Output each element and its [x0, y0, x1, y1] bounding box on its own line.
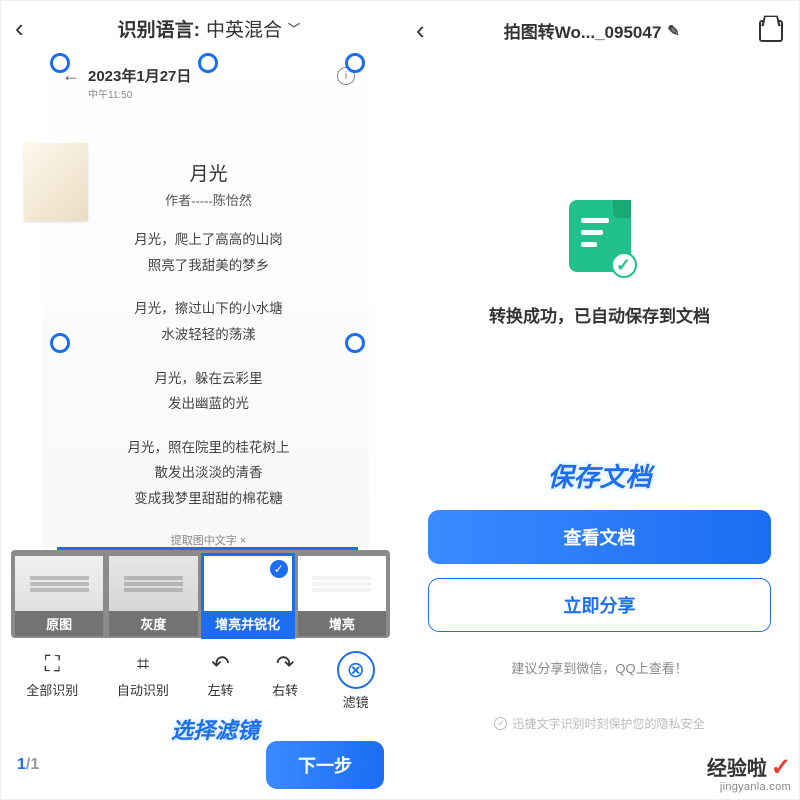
poem-line: 散发出淡淡的清香 [62, 460, 355, 486]
doc-time: 中午11:50 [88, 86, 355, 101]
crop-handle[interactable] [345, 53, 365, 73]
privacy-text: 迅捷文字识别时刻保护您的隐私安全 [512, 715, 704, 732]
poem-line: 照亮了我甜美的梦乡 [62, 253, 355, 279]
poem-line: 水波轻轻的荡漾 [62, 322, 355, 348]
view-document-button[interactable]: 查看文档 [428, 510, 771, 564]
page-total: 1 [30, 756, 39, 773]
tool-rotate-left[interactable]: ↶ 左转 [207, 651, 233, 711]
page-indicator: 1/1 [17, 756, 39, 774]
tool-full-recognize[interactable]: ⛶ 全部识别 [26, 651, 78, 711]
filter-label: 增亮并锐化 [204, 611, 292, 636]
tool-label: 自动识别 [117, 680, 169, 699]
poem-line: 月光，擦过山下的小水塘 [62, 296, 355, 322]
watermark-url: jingyanla.com [707, 781, 791, 793]
tool-label: 右转 [272, 680, 298, 699]
page-title: 拍图转Wo..._095047 ✎ [435, 18, 749, 43]
bottom-toolbar: ⛶ 全部识别 ⌗ 自动识别 ↶ 左转 ↷ 右转 ⊗ 滤镜 [1, 647, 400, 711]
poem-line: 变成我梦里甜甜的棉花糖 [62, 486, 355, 512]
doc-date: 2023年1月27日 [88, 65, 191, 86]
poem-line: 发出幽蓝的光 [62, 391, 355, 417]
rotate-right-icon: ↷ [276, 651, 294, 677]
crop-handle[interactable] [198, 53, 218, 73]
extract-text-hint: 提取图中文字 × [62, 532, 355, 548]
filter-grayscale[interactable]: 灰度 [109, 556, 197, 636]
filter-original[interactable]: 原图 [15, 556, 103, 636]
privacy-note: 迅捷文字识别时刻保护您的隐私安全 [428, 715, 771, 732]
filter-label: 增亮 [298, 611, 386, 636]
poem-line: 月光，照在院里的桂花树上 [62, 435, 355, 461]
crop-frame[interactable]: ← 2023年1月27日 i 中午11:50 月光 作者-----陈怡然 月光，… [57, 60, 358, 550]
check-icon: ✓ [270, 560, 288, 578]
fullscreen-icon: ⛶ [45, 651, 60, 677]
tool-auto-recognize[interactable]: ⌗ 自动识别 [117, 651, 169, 711]
crop-handle[interactable] [50, 333, 70, 353]
poem-line: 月光，爬上了高高的山岗 [62, 227, 355, 253]
page-current: 1 [17, 756, 26, 773]
filter-icon: ⊗ [337, 651, 375, 689]
watermark: 经验啦✓ jingyanla.com [707, 755, 791, 793]
tool-label: 左转 [207, 680, 233, 699]
lang-label: 识别语言: [118, 15, 200, 42]
document-success-icon: ✓ [569, 200, 631, 272]
success-message: 转换成功，已自动保存到文档 [489, 302, 710, 327]
title-text: 拍图转Wo..._095047 [504, 18, 661, 43]
photo-thumbnail [24, 143, 88, 221]
tool-filter[interactable]: ⊗ 滤镜 [337, 651, 375, 711]
filter-brighten[interactable]: 增亮 [298, 556, 386, 636]
tool-rotate-right[interactable]: ↷ 右转 [272, 651, 298, 711]
watermark-brand: 经验啦 [707, 758, 767, 780]
crop-handle[interactable] [345, 333, 365, 353]
check-mark-icon: ✓ [771, 754, 791, 781]
tool-label: 全部识别 [26, 680, 78, 699]
annotation-save-doc: 保存文档 [547, 457, 651, 494]
filter-label: 原图 [15, 611, 103, 636]
language-selector[interactable]: 识别语言: 中英混合 ﹀ [118, 15, 300, 42]
doc-title: 月光 [62, 159, 355, 186]
lang-value: 中英混合 [206, 15, 282, 42]
crop-handle[interactable] [50, 53, 70, 73]
tool-label: 滤镜 [343, 692, 369, 711]
share-tip: 建议分享到微信，QQ上查看！ [428, 658, 771, 677]
next-button[interactable]: 下一步 [266, 741, 384, 789]
back-button[interactable]: ‹ [15, 13, 24, 44]
scan-icon: ⌗ [137, 651, 149, 677]
poem-line: 月光，躲在云彩里 [62, 366, 355, 392]
chevron-down-icon: ﹀ [288, 20, 300, 37]
back-button[interactable]: ‹ [416, 15, 425, 46]
rotate-left-icon: ↶ [211, 651, 229, 677]
filter-strip: 原图 灰度 ✓ 增亮并锐化 增亮 [11, 550, 390, 638]
edit-icon[interactable]: ✎ [667, 22, 680, 40]
check-icon: ✓ [611, 252, 637, 278]
filter-brighten-sharpen[interactable]: ✓ 增亮并锐化 [204, 556, 292, 636]
shield-check-icon [494, 717, 507, 730]
document-preview: ← 2023年1月27日 i 中午11:50 月光 作者-----陈怡然 月光，… [42, 57, 369, 547]
doc-author: 作者-----陈怡然 [62, 190, 355, 209]
filter-label: 灰度 [109, 611, 197, 636]
home-icon[interactable] [759, 20, 783, 42]
share-now-button[interactable]: 立即分享 [428, 578, 771, 632]
